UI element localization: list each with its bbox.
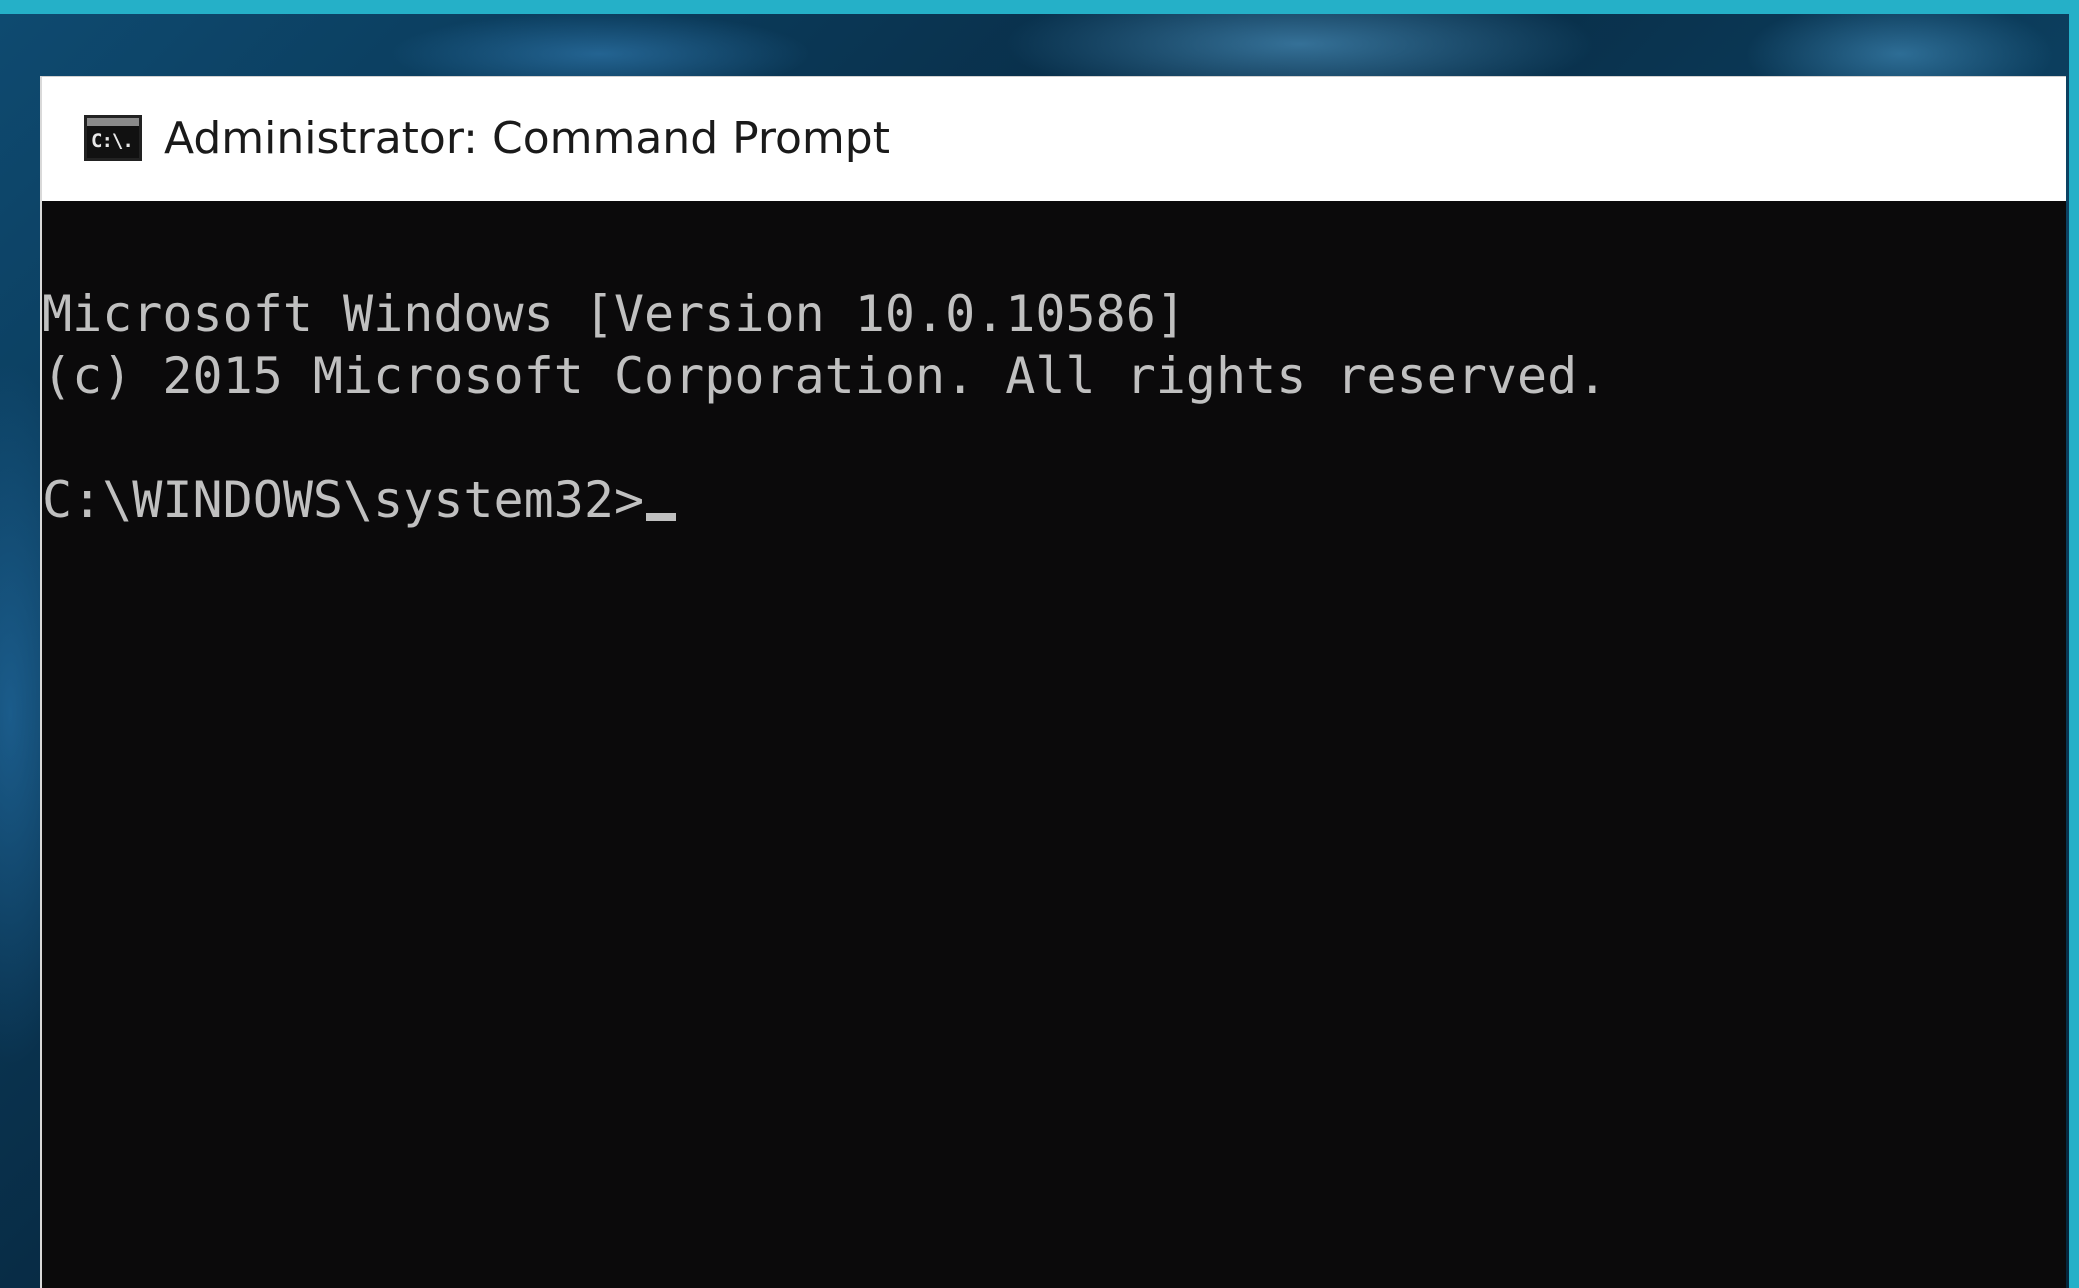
text-cursor (646, 513, 677, 521)
accent-border-top (0, 0, 2079, 14)
console-prompt-line[interactable]: C:\WINDOWS\system32> (42, 469, 677, 531)
console-prompt: C:\WINDOWS\system32> (42, 471, 645, 529)
accent-border-right (2069, 0, 2079, 1288)
window-title: Administrator: Command Prompt (164, 113, 890, 164)
console-line-version: Microsoft Windows [Version 10.0.10586] (42, 285, 1186, 343)
title-bar[interactable]: C:\. Administrator: Command Prompt (42, 77, 2066, 201)
console-output-area[interactable]: Microsoft Windows [Version 10.0.10586] (… (42, 201, 2066, 1288)
console-line-copyright: (c) 2015 Microsoft Corporation. All righ… (42, 347, 1608, 405)
cmd-icon[interactable]: C:\. (84, 115, 142, 161)
cmd-icon-glyph: C:\. (91, 130, 134, 152)
command-prompt-window[interactable]: C:\. Administrator: Command Prompt Micro… (40, 76, 2066, 1288)
cmd-icon-bar (87, 118, 139, 126)
